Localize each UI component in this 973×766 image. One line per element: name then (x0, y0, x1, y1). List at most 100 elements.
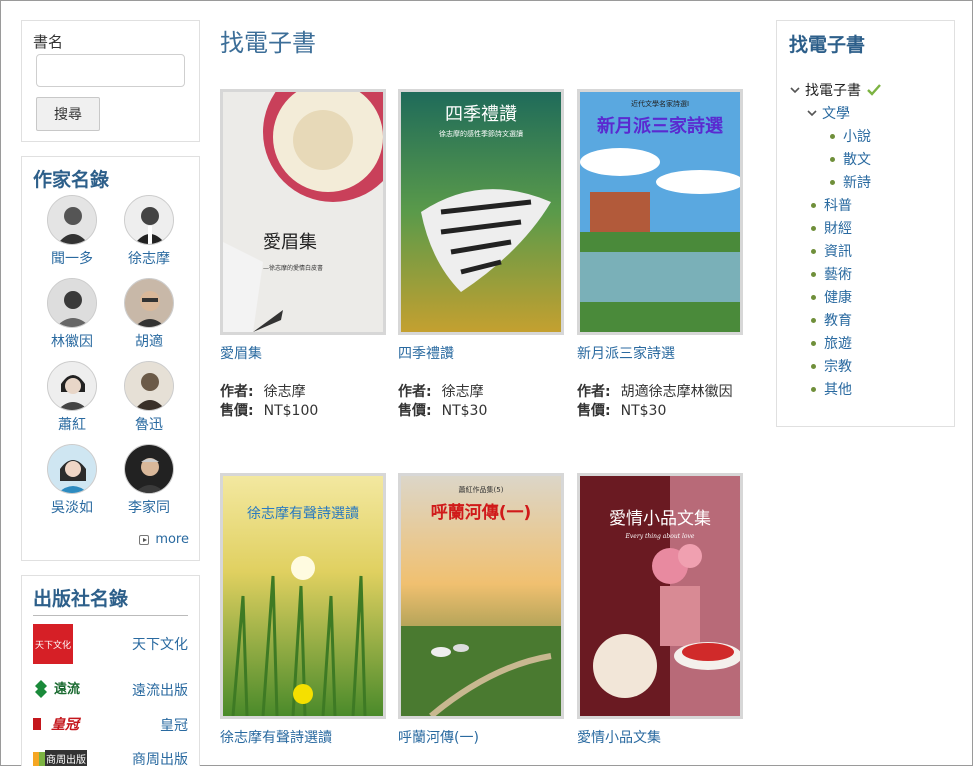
author-name[interactable]: 徐志摩 (119, 248, 179, 268)
author-name[interactable]: 魯迅 (119, 414, 179, 434)
tree-subcategory[interactable]: 散文 (830, 149, 871, 169)
svg-text:Every thing about love: Every thing about love (625, 533, 695, 540)
author-avatar[interactable] (47, 444, 97, 494)
author-item[interactable]: 李家同 (119, 444, 179, 517)
publisher-logo[interactable]: 天下文化 (33, 624, 73, 664)
author-item[interactable]: 吳淡如 (42, 444, 102, 517)
tree-category[interactable]: 科普 (811, 195, 852, 215)
book-cover[interactable]: 蕭紅作品集(5) 呼蘭河傳(一) (398, 473, 564, 719)
page-title: 找電子書 (220, 29, 316, 57)
book-name-input[interactable] (36, 54, 185, 87)
book-cover[interactable]: 四季禮讚 徐志摩的感性季節詩文選讀 (398, 89, 564, 335)
publisher-item[interactable]: 遠流 遠流出版 (33, 676, 188, 706)
tree-category[interactable]: 財經 (811, 218, 852, 238)
tree-category[interactable]: 教育 (811, 310, 852, 330)
bullet-icon (811, 317, 816, 323)
tree-category[interactable]: 藝術 (811, 264, 852, 284)
author-item[interactable]: 胡適 (119, 278, 179, 351)
search-panel: 書名 搜尋 (21, 20, 200, 142)
author-avatar[interactable] (124, 195, 174, 245)
book-card[interactable]: 愛情小品文集 Every thing about love 愛情小品文集 (577, 473, 745, 747)
publisher-name[interactable]: 天下文化 (132, 634, 188, 654)
chevron-down-icon[interactable] (806, 107, 818, 119)
more-link[interactable]: more (139, 532, 189, 547)
category-link[interactable]: 財經 (824, 218, 852, 238)
more-label[interactable]: more (155, 532, 189, 547)
category-link[interactable]: 教育 (824, 310, 852, 330)
category-link[interactable]: 散文 (843, 149, 871, 169)
book-card[interactable]: 四季禮讚 徐志摩的感性季節詩文選讀 四季禮讚 作者: 徐志摩 售價: NT$30 (398, 89, 566, 421)
expand-arrow-icon (139, 534, 150, 545)
bullet-icon (811, 248, 816, 254)
author-name[interactable]: 胡適 (119, 331, 179, 351)
svg-text:近代文學名家詩選I: 近代文學名家詩選I (631, 99, 689, 108)
book-title[interactable]: 徐志摩有聲詩選讀 (220, 729, 388, 747)
author-avatar[interactable] (124, 444, 174, 494)
tree-category[interactable]: 資訊 (811, 241, 852, 261)
author-name[interactable]: 林徽因 (42, 331, 102, 351)
book-title[interactable]: 愛眉集 (220, 345, 388, 363)
book-title[interactable]: 愛情小品文集 (577, 729, 745, 747)
author-item[interactable]: 蕭紅 (42, 361, 102, 434)
category-link[interactable]: 健康 (824, 287, 852, 307)
book-cover[interactable]: 近代文學名家詩選I 新月派三家詩選 (577, 89, 743, 335)
publisher-item[interactable]: 皇冠 皇冠 (33, 712, 188, 742)
publisher-name[interactable]: 遠流出版 (132, 680, 188, 700)
book-card[interactable]: 愛眉集 —徐志摩的愛情白皮書 愛眉集 作者: 徐志摩 售價: NT$100 (220, 89, 388, 421)
category-link[interactable]: 資訊 (824, 241, 852, 261)
tree-subcategory[interactable]: 新詩 (830, 172, 871, 192)
category-link[interactable]: 宗教 (824, 356, 852, 376)
publisher-name[interactable]: 商周出版 (132, 749, 188, 766)
publisher-name[interactable]: 皇冠 (160, 715, 188, 735)
author-name[interactable]: 蕭紅 (42, 414, 102, 434)
author-name[interactable]: 吳淡如 (42, 497, 102, 517)
tree-root[interactable]: 找電子書 (789, 80, 881, 100)
author-item[interactable]: 林徽因 (42, 278, 102, 351)
bullet-icon (811, 202, 816, 208)
category-link[interactable]: 文學 (822, 103, 850, 123)
svg-text:徐志摩有聲詩選讀: 徐志摩有聲詩選讀 (247, 505, 359, 522)
author-avatar[interactable] (47, 361, 97, 411)
book-cover[interactable]: 愛情小品文集 Every thing about love (577, 473, 743, 719)
tree-category[interactable]: 其他 (811, 379, 852, 399)
tree-category-literature[interactable]: 文學 (806, 103, 850, 123)
book-title[interactable]: 新月派三家詩選 (577, 345, 745, 363)
publisher-item[interactable]: 商周出版 商周出版 (33, 746, 188, 766)
publisher-logo[interactable]: 商周出版 (33, 746, 89, 766)
author-avatar[interactable] (124, 361, 174, 411)
tree-category[interactable]: 旅遊 (811, 333, 852, 353)
author-avatar[interactable] (47, 195, 97, 245)
chevron-down-icon[interactable] (789, 84, 801, 96)
book-card[interactable]: 徐志摩有聲詩選讀 徐志摩有聲詩選讀 (220, 473, 388, 747)
category-link[interactable]: 新詩 (843, 172, 871, 192)
author-name[interactable]: 李家同 (119, 497, 179, 517)
tree-category[interactable]: 宗教 (811, 356, 852, 376)
search-button[interactable]: 搜尋 (36, 97, 100, 131)
tree-subcategory[interactable]: 小說 (830, 126, 871, 146)
bullet-icon (811, 340, 816, 346)
tree-root-label[interactable]: 找電子書 (805, 80, 861, 100)
category-link[interactable]: 旅遊 (824, 333, 852, 353)
book-title[interactable]: 呼蘭河傳(一) (398, 729, 566, 747)
author-name[interactable]: 聞一多 (42, 248, 102, 268)
author-item[interactable]: 魯迅 (119, 361, 179, 434)
book-cover[interactable]: 徐志摩有聲詩選讀 (220, 473, 386, 719)
book-cover[interactable]: 愛眉集 —徐志摩的愛情白皮書 (220, 89, 386, 335)
tree-category[interactable]: 健康 (811, 287, 852, 307)
category-link[interactable]: 藝術 (824, 264, 852, 284)
publisher-logo[interactable]: 皇冠 (33, 712, 89, 734)
category-link[interactable]: 小說 (843, 126, 871, 146)
author-item[interactable]: 徐志摩 (119, 195, 179, 268)
book-card[interactable]: 近代文學名家詩選I 新月派三家詩選 新月派三家詩選 作者: 胡適徐志摩林徽因 售價… (577, 89, 745, 421)
publisher-item[interactable]: 天下文化 天下文化 (33, 624, 188, 664)
publisher-logo[interactable]: 遠流 (33, 676, 89, 700)
category-link[interactable]: 其他 (824, 379, 852, 399)
category-link[interactable]: 科普 (824, 195, 852, 215)
book-title[interactable]: 四季禮讚 (398, 345, 566, 363)
author-avatar[interactable] (47, 278, 97, 328)
book-card[interactable]: 蕭紅作品集(5) 呼蘭河傳(一) 呼蘭河傳(一) (398, 473, 566, 747)
author-avatar[interactable] (124, 278, 174, 328)
svg-text:—徐志摩的愛情白皮書: —徐志摩的愛情白皮書 (263, 264, 323, 272)
author-item[interactable]: 聞一多 (42, 195, 102, 268)
book-author: 徐志摩 (441, 384, 484, 400)
